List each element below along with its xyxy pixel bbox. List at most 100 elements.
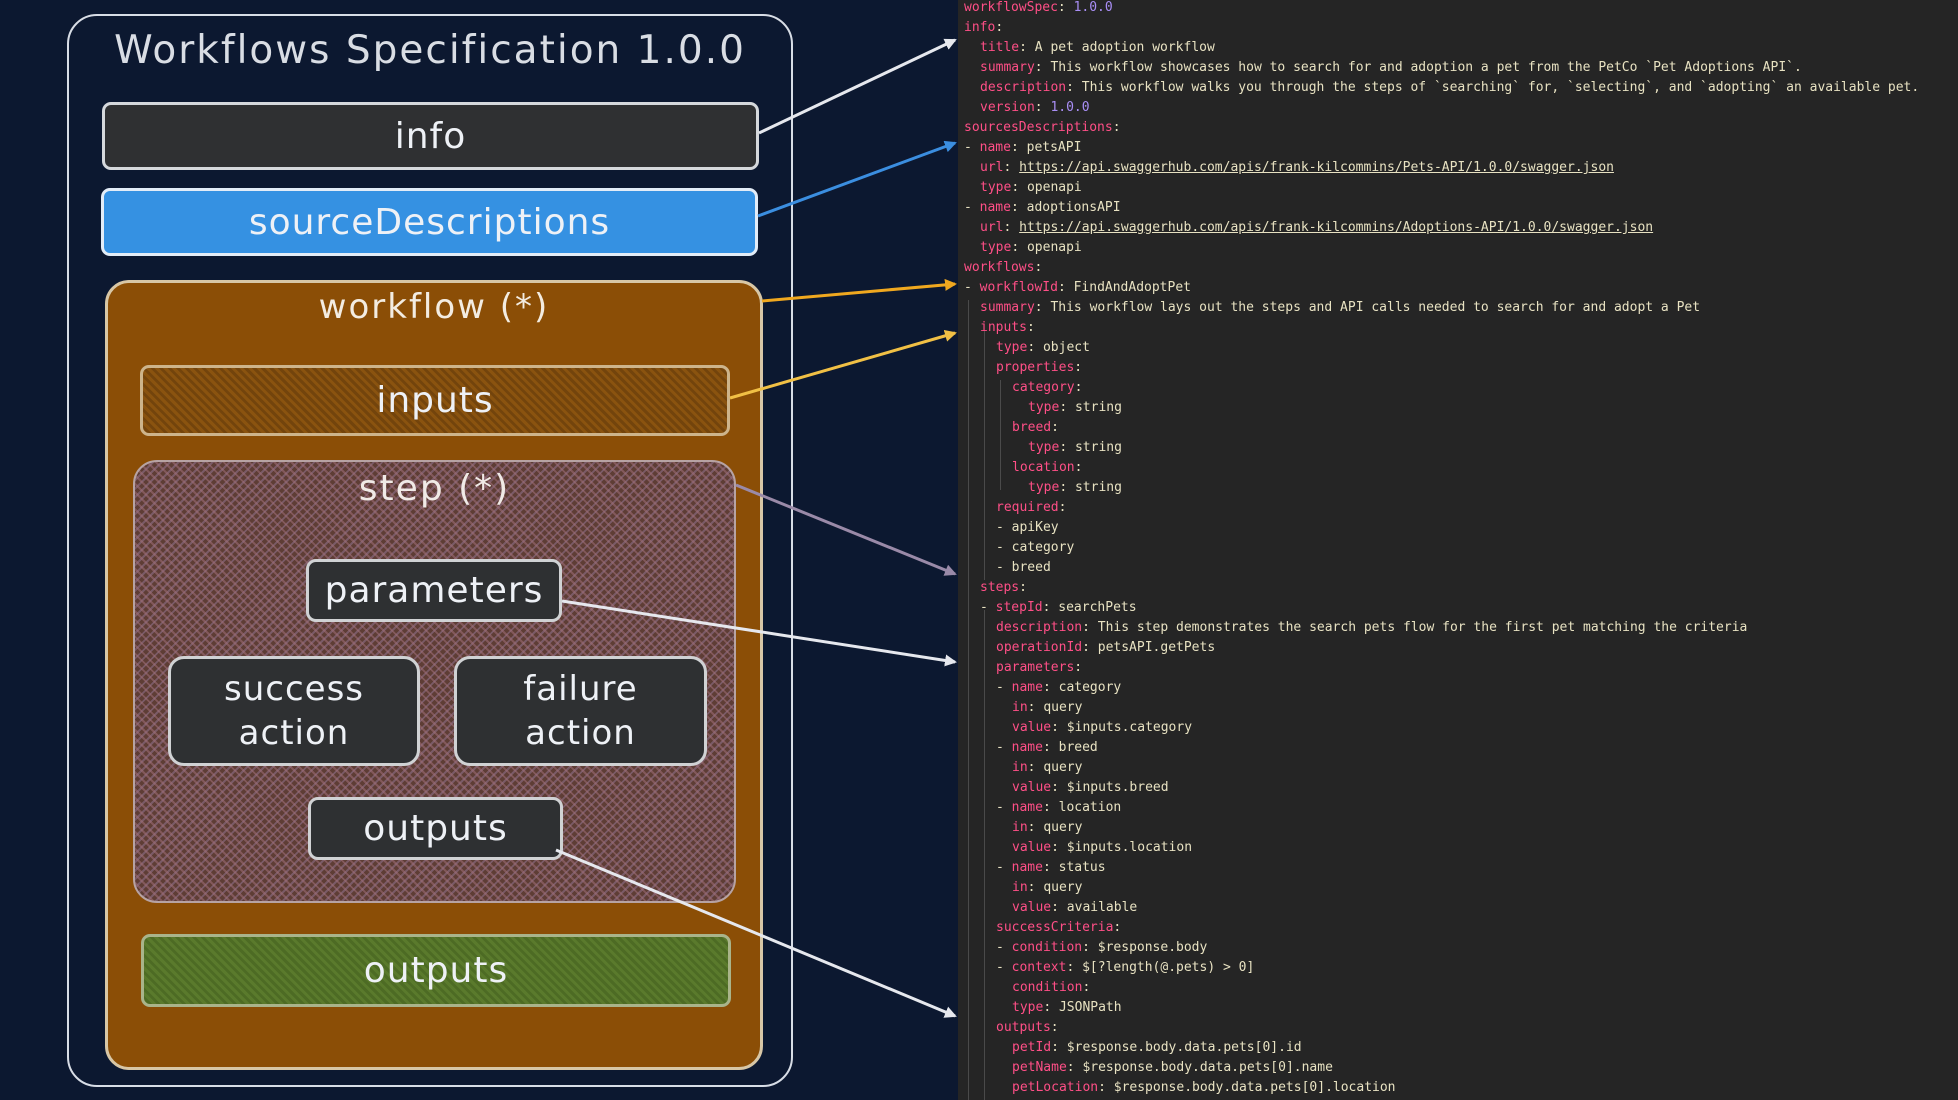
- yaml-value: category: [1011, 540, 1075, 555]
- code-line: - stepId: searchPets: [980, 598, 1137, 618]
- code-line: - name: category: [996, 678, 1121, 698]
- list-dash: -: [996, 940, 1012, 955]
- colon: :: [1003, 160, 1020, 175]
- code-line: type: openapi: [980, 178, 1082, 198]
- yaml-key: name: [1011, 740, 1043, 755]
- code-line: - category: [996, 538, 1074, 558]
- yaml-value: This workflow walks you through the step…: [1081, 80, 1920, 95]
- code-line: outputs:: [996, 1018, 1059, 1038]
- colon: :: [1019, 40, 1035, 55]
- yaml-key: url: [980, 220, 1004, 235]
- info-block: info: [102, 102, 759, 170]
- yaml-key: name: [1011, 860, 1043, 875]
- colon: :: [1026, 320, 1035, 335]
- code-line: parameters:: [996, 658, 1082, 678]
- colon: :: [1066, 80, 1082, 95]
- yaml-key: in: [1012, 760, 1028, 775]
- colon: :: [1057, 0, 1074, 15]
- colon: :: [1059, 400, 1075, 415]
- code-line: properties:: [996, 358, 1082, 378]
- failure-action-label-line1: failure: [523, 669, 638, 709]
- workflow-outputs-block: outputs: [141, 934, 731, 1007]
- yaml-value: $response.body.data.pets[0].location: [1113, 1080, 1396, 1095]
- colon: :: [1043, 1000, 1059, 1015]
- yaml-value: breed: [1011, 560, 1051, 575]
- yaml-key: parameters: [996, 660, 1075, 675]
- yaml-key: type: [980, 240, 1012, 255]
- yaml-key: context: [1011, 960, 1067, 975]
- parameters-block: parameters: [306, 559, 562, 622]
- code-line: - name: petsAPI: [964, 138, 1081, 158]
- yaml-key: type: [1028, 480, 1060, 495]
- code-line: workflowSpec: 1.0.0: [964, 0, 1113, 18]
- code-line: value: $inputs.breed: [1012, 778, 1169, 798]
- list-dash: -: [996, 520, 1012, 535]
- step-outputs-label: outputs: [363, 808, 508, 849]
- code-line: steps:: [980, 578, 1027, 598]
- yaml-value: query: [1043, 760, 1083, 775]
- list-dash: -: [996, 560, 1012, 575]
- code-line: type: string: [1028, 398, 1122, 418]
- code-line: in: query: [1012, 878, 1082, 898]
- yaml-value: This workflow showcases how to search fo…: [1050, 60, 1802, 75]
- code-line: type: openapi: [980, 238, 1082, 258]
- yaml-key: successCriteria: [996, 920, 1114, 935]
- colon: :: [1058, 500, 1067, 515]
- failure-action-label-line2: action: [525, 713, 636, 753]
- specification-title: Workflows Specification 1.0.0: [114, 28, 746, 73]
- yaml-value: location: [1058, 800, 1122, 815]
- yaml-url-value[interactable]: https://api.swaggerhub.com/apis/frank-ki…: [1019, 220, 1653, 235]
- code-line: description: This workflow walks you thr…: [980, 78, 1919, 98]
- colon: :: [1042, 800, 1059, 815]
- code-line: location:: [1012, 458, 1082, 478]
- yaml-key: name: [979, 140, 1011, 155]
- yaml-value: This step demonstrates the search pets f…: [1097, 620, 1748, 635]
- colon: :: [1042, 740, 1059, 755]
- yaml-key: name: [1011, 680, 1043, 695]
- code-line: - name: location: [996, 798, 1121, 818]
- yaml-value: apiKey: [1011, 520, 1059, 535]
- yaml-value: A pet adoption workflow: [1034, 40, 1215, 55]
- colon: :: [1034, 60, 1051, 75]
- code-line: type: string: [1028, 478, 1122, 498]
- yaml-value: adoptionsAPI: [1026, 200, 1121, 215]
- code-line: petLocation: $response.body.data.pets[0]…: [1012, 1078, 1396, 1098]
- colon: :: [1051, 420, 1059, 435]
- yaml-key: type: [1012, 1000, 1044, 1015]
- colon: :: [1019, 580, 1027, 595]
- yaml-value: $inputs.breed: [1066, 780, 1169, 795]
- source-descriptions-label: sourceDescriptions: [248, 201, 611, 243]
- success-action-label-line1: success: [224, 669, 364, 709]
- code-line: summary: This workflow showcases how to …: [980, 58, 1802, 78]
- yaml-url-value[interactable]: https://api.swaggerhub.com/apis/frank-ki…: [1019, 160, 1614, 175]
- code-line: info:: [964, 18, 1003, 38]
- code-line: breed:: [1012, 418, 1059, 438]
- list-dash: -: [964, 140, 980, 155]
- yaml-key: category: [1012, 380, 1075, 395]
- code-line: url: https://api.swaggerhub.com/apis/fra…: [980, 158, 1614, 178]
- code-line: in: query: [1012, 698, 1082, 718]
- code-line: - workflowId: FindAndAdoptPet: [964, 278, 1191, 298]
- yaml-key: outputs: [996, 1020, 1051, 1035]
- yaml-key: sourcesDescriptions: [964, 120, 1113, 135]
- yaml-key: type: [1028, 400, 1060, 415]
- code-line: condition:: [1012, 978, 1090, 998]
- colon: :: [1113, 920, 1122, 935]
- code-line: type: object: [996, 338, 1090, 358]
- code-line: sourcesDescriptions:: [964, 118, 1121, 138]
- yaml-value: string: [1074, 480, 1122, 495]
- colon: :: [1082, 640, 1098, 655]
- list-dash: -: [996, 540, 1012, 555]
- colon: :: [1051, 720, 1067, 735]
- code-line: version: 1.0.0: [980, 98, 1090, 118]
- yaml-key: petName: [1012, 1060, 1067, 1075]
- code-line: - context: $[?length(@.pets) > 0]: [996, 958, 1254, 978]
- colon: :: [1027, 760, 1044, 775]
- yaml-value: query: [1043, 820, 1083, 835]
- yaml-key: value: [1012, 720, 1052, 735]
- yaml-key: value: [1012, 780, 1052, 795]
- yaml-value: openapi: [1026, 180, 1082, 195]
- code-line: required:: [996, 498, 1066, 518]
- inputs-block: inputs: [140, 365, 730, 436]
- yaml-value: available: [1066, 900, 1138, 915]
